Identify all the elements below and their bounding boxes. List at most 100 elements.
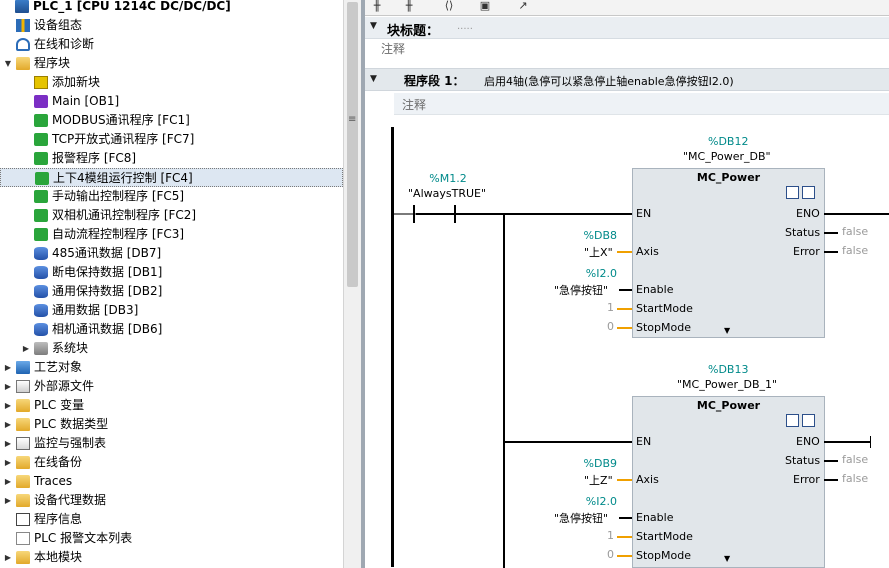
- ladder-canvas: %M1.2 "AlwaysTRUE" %DB12 "MC_Power_DB" M…: [365, 116, 889, 568]
- insert-box-icon[interactable]: ⟨⟩: [439, 0, 459, 15]
- tree-item-label: Traces: [34, 474, 73, 488]
- tree-item[interactable]: PLC_1 [CPU 1214C DC/DC/DC]: [0, 0, 343, 16]
- block2-axis-name[interactable]: "上Z": [584, 472, 613, 488]
- network-comment-box[interactable]: 注释: [394, 93, 889, 115]
- editor-toolbar: ╫ ╫ ⟨⟩ ▣ ↗: [365, 0, 889, 16]
- expand-arrow-icon[interactable]: ▶: [3, 491, 13, 510]
- tree-item[interactable]: ▶ Traces: [0, 472, 343, 491]
- tree-item[interactable]: 在线和诊断: [0, 35, 343, 54]
- insert-contact-icon[interactable]: ╫: [367, 0, 387, 15]
- block2-enable-name[interactable]: "急停按钮": [554, 510, 608, 526]
- block-title-bar[interactable]: ▼ 块标题： .....: [365, 17, 889, 39]
- expand-arrow-icon[interactable]: ▶: [3, 434, 13, 453]
- tree-item[interactable]: 报警程序 [FC8]: [0, 149, 343, 168]
- block1-enable-name[interactable]: "急停按钮": [554, 282, 608, 298]
- tree-item[interactable]: 上下4模组运行控制 [FC4]: [0, 168, 343, 187]
- mc-power-block-1[interactable]: MC_Power EN ENO Status Error Axis Enable…: [632, 168, 825, 338]
- tree-item[interactable]: 程序信息: [0, 510, 343, 529]
- expand-arrow-icon[interactable]: ▶: [3, 377, 13, 396]
- tree-item[interactable]: ▶ 本地模块: [0, 548, 343, 567]
- tree-item-label: 在线和诊断: [34, 37, 95, 51]
- expand-arrow-icon[interactable]: ▶: [3, 453, 13, 472]
- block2-pin-eno: ENO: [796, 435, 820, 448]
- expand-arrow-icon[interactable]: ▶: [3, 472, 13, 491]
- block2-axis-icon[interactable]: [786, 414, 799, 427]
- tree-item[interactable]: 设备组态: [0, 16, 343, 35]
- expand-arrow-icon[interactable]: ▶: [3, 548, 13, 567]
- tree-item[interactable]: 手动输出控制程序 [FC5]: [0, 187, 343, 206]
- block-comment[interactable]: 注释: [381, 40, 405, 57]
- tree-item[interactable]: ▶ 外部源文件: [0, 377, 343, 396]
- branch-wire: [503, 213, 505, 568]
- tree-item[interactable]: 断电保持数据 [DB1]: [0, 263, 343, 282]
- rung-wire: [456, 213, 632, 215]
- block-title-value[interactable]: .....: [457, 21, 473, 32]
- tree-item[interactable]: 添加新块: [0, 73, 343, 92]
- collapse-arrow-icon[interactable]: ▼: [3, 54, 13, 73]
- contact-tag-name[interactable]: "AlwaysTRUE": [408, 187, 486, 200]
- fc-block-icon: [34, 114, 48, 127]
- tree-item[interactable]: 通用保持数据 [DB2]: [0, 282, 343, 301]
- tree-item[interactable]: ▶ PLC 数据类型: [0, 415, 343, 434]
- insert-coil-icon[interactable]: ╫: [399, 0, 419, 15]
- tree-item[interactable]: PLC 报警文本列表: [0, 529, 343, 548]
- contact-left-plate[interactable]: [413, 205, 415, 223]
- expand-arrow-icon[interactable]: ▶: [21, 339, 31, 358]
- expand-arrow-icon[interactable]: ▶: [3, 415, 13, 434]
- block2-db-address: %DB13: [708, 363, 749, 376]
- block2-error-value: false: [842, 472, 869, 485]
- tree-item-label: 通用数据 [DB3]: [52, 303, 139, 317]
- block1-error-value: false: [842, 244, 869, 257]
- tree-item[interactable]: ▶ 在线备份: [0, 453, 343, 472]
- tree-item[interactable]: TCP开放式通讯程序 [FC7]: [0, 130, 343, 149]
- tree-item[interactable]: ▶ PLC 变量: [0, 396, 343, 415]
- block2-pin-enable: Enable: [636, 511, 674, 524]
- block2-enable-wire: [619, 517, 632, 519]
- block1-axis-name[interactable]: "上X": [584, 244, 613, 260]
- device-config-icon: [16, 19, 30, 32]
- block-title-label: 块标题：: [387, 24, 440, 39]
- block2-startmode-value[interactable]: 1: [607, 529, 614, 542]
- collapse-triangle-icon[interactable]: ▼: [370, 21, 377, 31]
- tree-item-label: 自动流程控制程序 [FC3]: [52, 227, 185, 241]
- scrollbar-thumb[interactable]: [347, 2, 358, 287]
- tree-item[interactable]: ▶ 设备代理数据: [0, 491, 343, 510]
- tree-item[interactable]: MODBUS通讯程序 [FC1]: [0, 111, 343, 130]
- db-block-icon: [34, 266, 48, 279]
- mc-power-block-2[interactable]: MC_Power EN ENO Status Error Axis Enable…: [632, 396, 825, 568]
- tree-item[interactable]: ▼ 程序块: [0, 54, 343, 73]
- tree-item[interactable]: Main [OB1]: [0, 92, 343, 111]
- tree-item-label: 设备代理数据: [34, 493, 107, 507]
- tree-item[interactable]: ▶ 监控与强制表: [0, 434, 343, 453]
- network-title[interactable]: 启用4轴(急停可以紧急停止轴enable急停按钮I2.0): [484, 73, 734, 89]
- network-collapse-icon[interactable]: ▼: [370, 74, 377, 84]
- block1-axis-icon[interactable]: [786, 186, 799, 199]
- block1-diagnostics-icon[interactable]: [802, 186, 815, 199]
- db-block-icon: [34, 323, 48, 336]
- block1-expand-icon[interactable]: ▼: [724, 326, 730, 335]
- tree-item[interactable]: 自动流程控制程序 [FC3]: [0, 225, 343, 244]
- tree-item[interactable]: 相机通讯数据 [DB6]: [0, 320, 343, 339]
- block2-stopmode-value[interactable]: 0: [607, 548, 614, 561]
- expand-arrow-icon[interactable]: ▶: [3, 396, 13, 415]
- network-header[interactable]: ▼ 程序段 1： 启用4轴(急停可以紧急停止轴enable急停按钮I2.0): [365, 68, 889, 91]
- block1-stopmode-value[interactable]: 0: [607, 320, 614, 333]
- block2-diagnostics-icon[interactable]: [802, 414, 815, 427]
- network-comment[interactable]: 注释: [402, 96, 426, 113]
- block1-pin-eno: ENO: [796, 207, 820, 220]
- empty-box-icon[interactable]: ▣: [475, 0, 495, 15]
- block1-startmode-value[interactable]: 1: [607, 301, 614, 314]
- block1-db-name[interactable]: "MC_Power_DB": [683, 150, 771, 163]
- tree-item[interactable]: ▶ 系统块: [0, 339, 343, 358]
- tree-scrollbar[interactable]: ≡: [343, 0, 361, 568]
- tree-item[interactable]: ▶ 工艺对象: [0, 358, 343, 377]
- expand-arrow-icon[interactable]: ▶: [3, 358, 13, 377]
- block2-expand-icon[interactable]: ▼: [724, 554, 730, 563]
- tree-item[interactable]: 通用数据 [DB3]: [0, 301, 343, 320]
- tree-item[interactable]: 485通讯数据 [DB7]: [0, 244, 343, 263]
- block2-db-name[interactable]: "MC_Power_DB_1": [677, 378, 777, 391]
- open-branch-icon[interactable]: ↗: [513, 0, 533, 15]
- block2-stopmode-wire: [617, 555, 632, 557]
- block1-pin-axis: Axis: [636, 245, 659, 258]
- tree-item[interactable]: 双相机通讯控制程序 [FC2]: [0, 206, 343, 225]
